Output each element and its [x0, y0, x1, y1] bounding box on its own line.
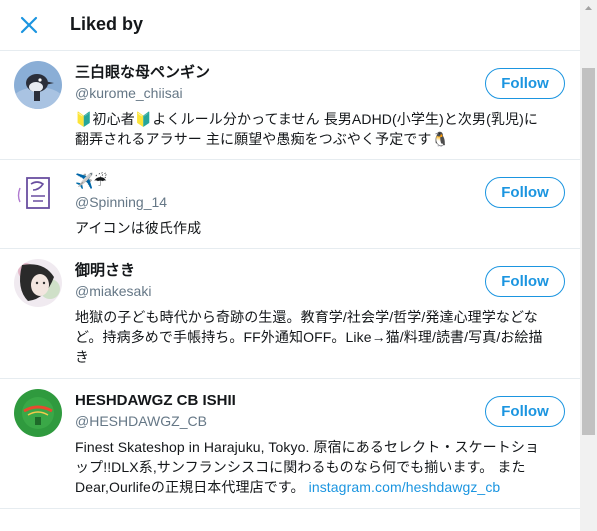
- user-bio: 🔰初心者🔰よくルール分かってません 長男ADHD(小学生)と次男(乳児)に翻弄さ…: [75, 111, 538, 147]
- follow-button[interactable]: Follow: [485, 266, 565, 297]
- close-icon: [20, 16, 38, 34]
- avatar[interactable]: [14, 389, 62, 437]
- avatar[interactable]: [14, 259, 62, 307]
- user-bio: 地獄の子ども時代から奇跡の生還。教育学/社会学/哲学/発達心理学などなど。持病多…: [75, 309, 543, 365]
- modal-title: Liked by: [70, 14, 144, 34]
- follow-button[interactable]: Follow: [485, 396, 565, 427]
- user-bio: Finest Skateshop in Harajuku, Tokyo. 原宿に…: [75, 437, 564, 497]
- green-logo-avatar: [14, 389, 62, 437]
- follow-button[interactable]: Follow: [485, 68, 565, 99]
- avatar[interactable]: [14, 170, 62, 218]
- close-button[interactable]: [14, 10, 44, 40]
- modal-header: Liked by: [0, 0, 580, 51]
- scrollbar-thumb[interactable]: [582, 68, 595, 435]
- follow-button[interactable]: Follow: [485, 177, 565, 208]
- scroll-up-arrow[interactable]: [580, 0, 597, 17]
- user-item[interactable]: ✈️☔ @Spinning_14 アイコンは彼氏作成 Follow: [0, 160, 580, 249]
- avatar[interactable]: [14, 61, 62, 109]
- user-item[interactable]: 三白眼な母ペンギン @kurome_chiisai 🔰初心者🔰よくルール分かって…: [0, 51, 580, 160]
- user-item[interactable]: 御明さき @miakesaki 地獄の子ども時代から奇跡の生還。教育学/社会学/…: [0, 249, 580, 379]
- bio-link[interactable]: instagram.com/heshdawgz_cb: [309, 479, 501, 495]
- user-item[interactable]: HESHDAWGZ CB ISHII @HESHDAWGZ_CB Finest …: [0, 379, 580, 509]
- illustration-avatar: [14, 259, 62, 307]
- user-bio: アイコンは彼氏作成: [75, 220, 202, 236]
- sketch-avatar: [14, 170, 62, 218]
- penguin-avatar: [14, 61, 62, 109]
- user-list: 三白眼な母ペンギン @kurome_chiisai 🔰初心者🔰よくルール分かって…: [0, 51, 580, 531]
